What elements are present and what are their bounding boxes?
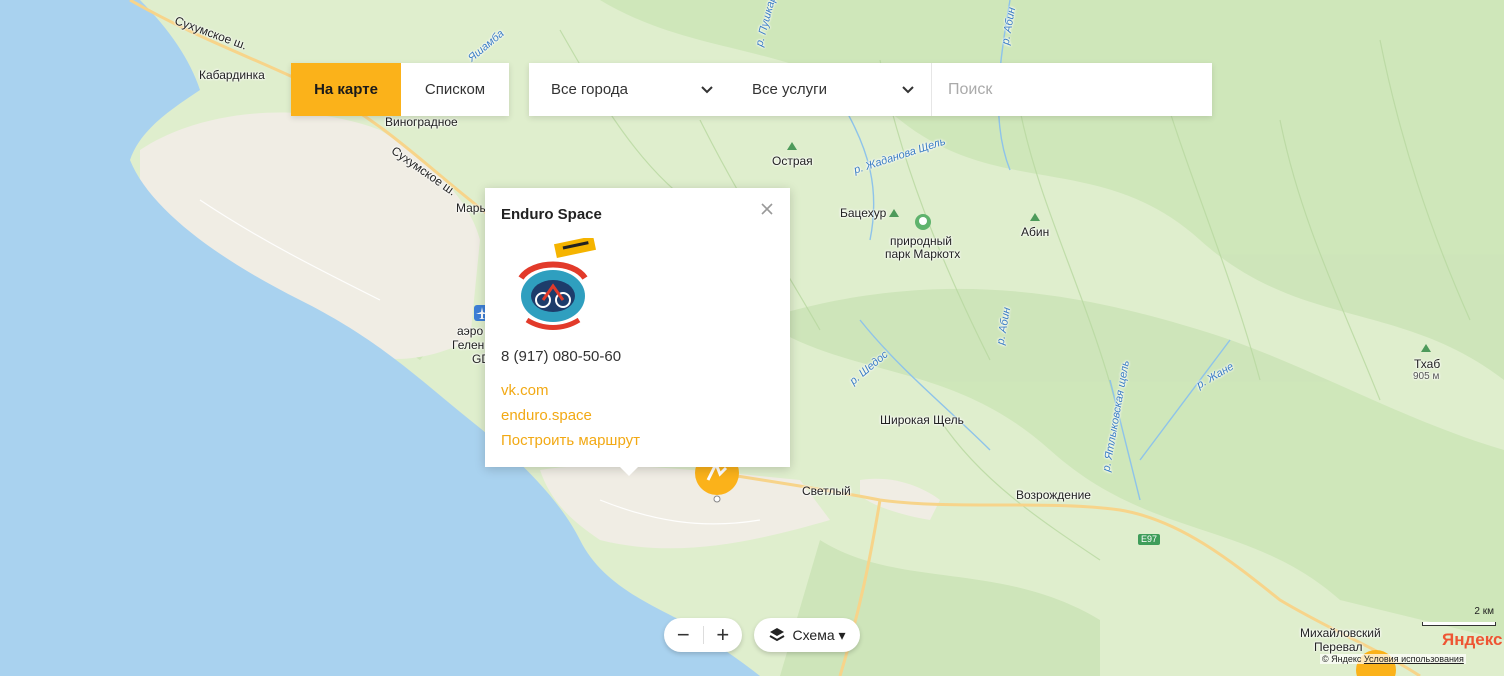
map-label-park: парк Маркотх xyxy=(885,247,961,261)
chevron-down-icon xyxy=(701,85,713,93)
chevron-down-icon xyxy=(902,85,914,93)
zoom-out-button[interactable]: − xyxy=(664,618,703,652)
layers-label: Схема ▾ xyxy=(792,626,846,643)
zoom-in-button[interactable]: + xyxy=(704,618,743,652)
search-input[interactable] xyxy=(932,64,1212,115)
layers-icon xyxy=(769,628,785,642)
place-popup: Enduro Space 8 (917) 080-50-60 vk.com en… xyxy=(485,188,790,476)
map-label-vinogradnoe: Виноградное xyxy=(385,115,458,129)
map-view-button[interactable]: На карте xyxy=(291,63,401,116)
view-toggle: На карте Списком xyxy=(291,63,509,116)
mountain-icon xyxy=(1030,213,1040,221)
map-label-kabardinka: Кабардинка xyxy=(199,68,265,82)
map-label-abin: Абин xyxy=(1021,225,1050,239)
park-icon[interactable] xyxy=(914,213,932,231)
layers-button[interactable]: Схема ▾ xyxy=(754,618,860,652)
filter-bar: Все города Все услуги xyxy=(529,63,1212,116)
mountain-icon xyxy=(787,142,797,150)
route-link[interactable]: Построить маршрут xyxy=(501,432,640,449)
map-label-vozrozhdenie: Возрождение xyxy=(1016,488,1091,502)
map-label-airport: Гелен xyxy=(452,338,485,352)
map-label-svetly: Светлый xyxy=(802,484,851,498)
enduro-space-logo xyxy=(518,238,597,330)
popup-phone: 8 (917) 080-50-60 xyxy=(501,348,622,365)
search-box xyxy=(931,63,1212,116)
attribution: © Яндекс Условия использования xyxy=(1320,654,1466,664)
service-dropdown-value: Все услуги xyxy=(752,81,827,98)
map-label-park: природный xyxy=(890,234,952,248)
vk-link[interactable]: vk.com xyxy=(501,382,549,399)
map-label-mary: Марь xyxy=(456,201,486,215)
city-dropdown[interactable]: Все города xyxy=(529,63,730,116)
map-label-ostraya: Острая xyxy=(772,154,813,168)
terms-link[interactable]: Условия использования xyxy=(1364,654,1464,664)
mountain-icon xyxy=(1421,344,1431,352)
scale-label: 2 км xyxy=(1474,606,1494,617)
list-view-button[interactable]: Списком xyxy=(401,63,509,116)
website-link[interactable]: enduro.space xyxy=(501,407,592,424)
yandex-logo[interactable]: Яндекс xyxy=(1442,630,1502,650)
mountain-icon xyxy=(889,209,899,217)
zoom-control: − + xyxy=(664,618,742,652)
popup-title: Enduro Space xyxy=(501,206,602,223)
map-label-airport: аэро xyxy=(457,324,484,338)
close-icon[interactable] xyxy=(760,202,774,216)
scale-bar xyxy=(1422,622,1496,626)
road-shield-e97: E97 xyxy=(1141,534,1158,544)
city-dropdown-value: Все города xyxy=(551,81,628,98)
service-dropdown[interactable]: Все услуги xyxy=(730,63,931,116)
map-label-tkhab: Тхаб xyxy=(1414,357,1441,371)
copyright-text: © Яндекс xyxy=(1322,654,1362,664)
map-label-batsekhur: Бацехур xyxy=(840,206,887,220)
map-view[interactable]: Кабардинка Сухумское ш. Виноградное Суху… xyxy=(0,0,1504,676)
map-label-tkhab-height: 905 м xyxy=(1413,371,1440,382)
map-label-mikhailovsky: Михайловский xyxy=(1300,626,1381,640)
map-label-shirokaya: Широкая Щель xyxy=(880,413,964,427)
